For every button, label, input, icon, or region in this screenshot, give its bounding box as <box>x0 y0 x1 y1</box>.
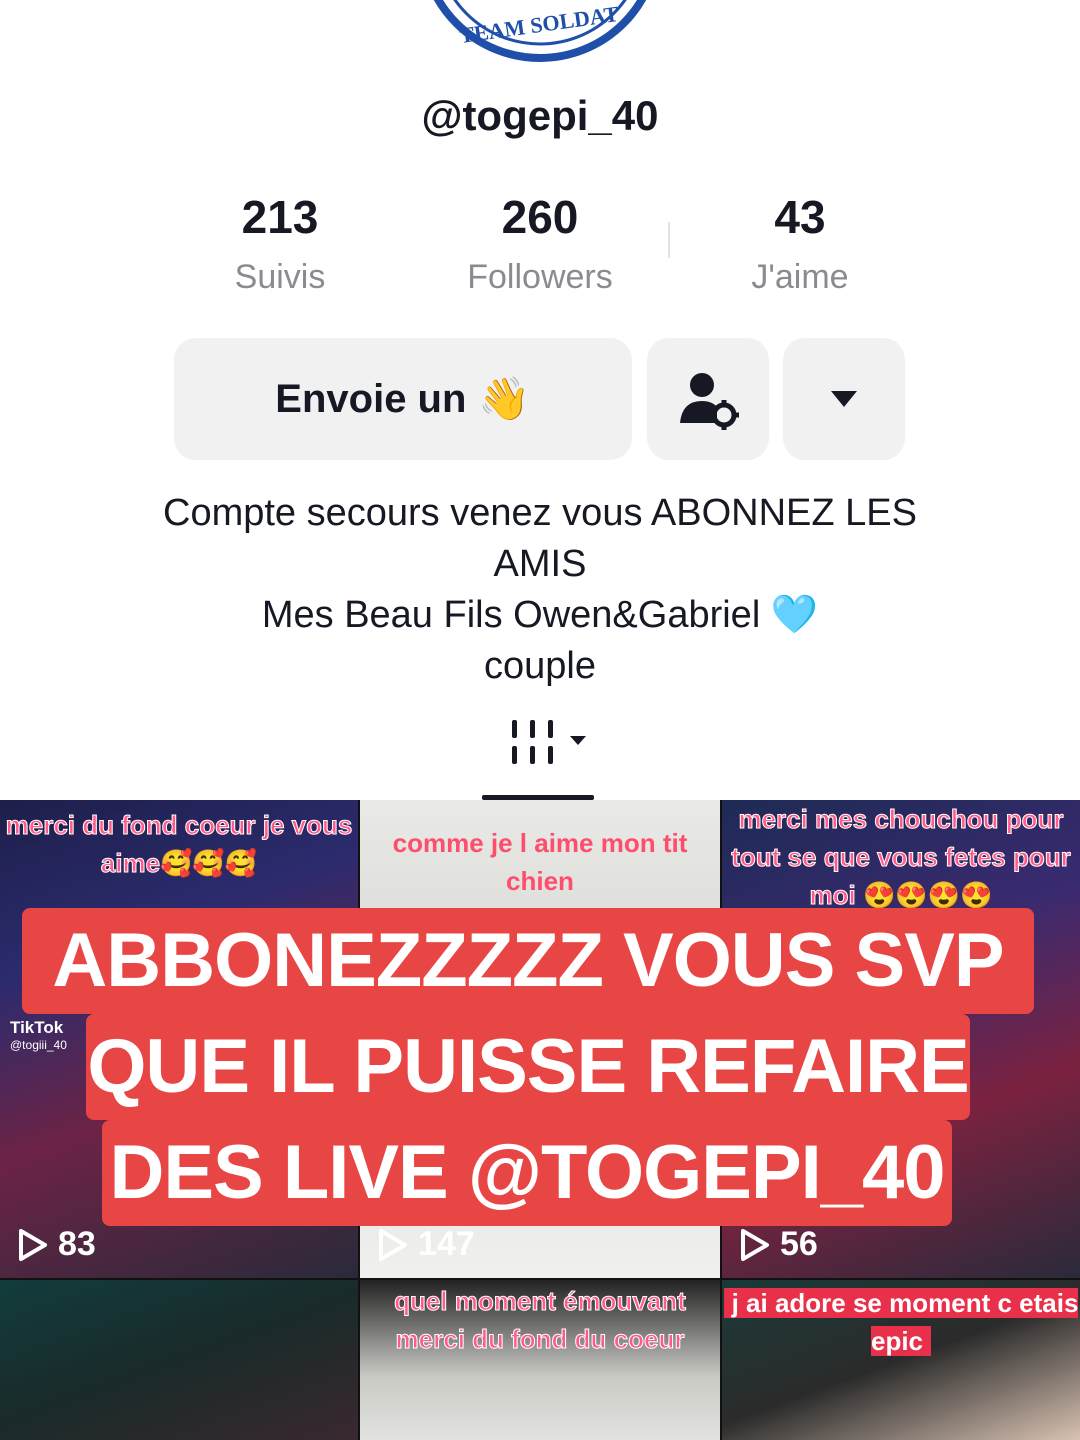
bio-line: Mes Beau Fils Owen&Gabriel 🩵 <box>110 590 970 641</box>
more-options-button[interactable] <box>783 338 905 460</box>
profile-avatar[interactable]: TEAM SOLDAT <box>420 0 660 68</box>
profile-stats: 213 Suivis 260 Followers 43 J'aime <box>150 190 930 310</box>
bio-line: AMIS <box>493 543 587 585</box>
video-caption: comme je l aime mon tit chien <box>392 828 688 896</box>
followers-count: 260 <box>501 191 579 243</box>
view-count: 56 <box>740 1225 818 1264</box>
video-caption: merci mes chouchou pour tout se que vous… <box>731 804 1072 911</box>
video-thumbnail[interactable]: quel moment émouvant merci du fond du co… <box>360 1280 720 1440</box>
video-thumbnail[interactable] <box>0 1280 358 1440</box>
friend-settings-button[interactable] <box>647 338 769 460</box>
stat-likes[interactable]: 43 J'aime <box>670 190 930 297</box>
send-wave-button[interactable]: Envoie un 👋 <box>174 338 632 460</box>
play-icon <box>19 1228 47 1261</box>
banner-line: DES LIVE @TOGEPI_40 <box>102 1120 952 1226</box>
person-gear-icon <box>680 373 739 430</box>
stat-followers[interactable]: 260 Followers <box>410 190 670 297</box>
watermark-app: TikTok <box>10 1018 64 1037</box>
stat-following[interactable]: 213 Suivis <box>150 190 410 297</box>
video-thumbnail[interactable]: j ai adore se moment c etais epic <box>722 1280 1080 1440</box>
video-caption-text: j ai adore se moment c etais epic <box>723 1288 1079 1356</box>
banner-line: ABBONEZZZZZ VOUS SVP <box>22 908 1034 1014</box>
play-icon <box>379 1228 407 1261</box>
following-count: 213 <box>241 191 319 243</box>
tab-videos-grid[interactable] <box>500 712 600 782</box>
tiktok-watermark: TikTok @togiii_40 <box>10 1018 67 1052</box>
view-count-value: 56 <box>780 1225 818 1263</box>
bio-line: Compte secours venez vous ABONNEZ LES <box>163 492 917 534</box>
view-count: 147 <box>378 1225 475 1264</box>
bio-line: couple <box>484 645 596 687</box>
followers-label: Followers <box>467 258 613 296</box>
profile-bio: Compte secours venez vous ABONNEZ LES AM… <box>110 488 970 692</box>
grid-icon <box>512 720 586 764</box>
bio-line-text: Mes Beau Fils Owen&Gabriel <box>261 594 761 636</box>
username: @togepi_40 <box>421 92 659 139</box>
likes-label: J'aime <box>751 258 849 296</box>
play-icon <box>741 1228 769 1261</box>
following-label: Suivis <box>234 258 326 296</box>
heart-icon: 🩵 <box>770 594 819 636</box>
video-caption: merci du fond coeur je vous aime🥰🥰🥰 <box>5 810 353 879</box>
team-soldat-logo: TEAM SOLDAT <box>433 0 647 62</box>
video-caption: j ai adore se moment c etais epic <box>722 1284 1080 1360</box>
likes-count: 43 <box>774 191 826 243</box>
banner-line: QUE IL PUISSE REFAIRE <box>86 1014 970 1120</box>
video-caption: quel moment émouvant merci du fond du co… <box>394 1286 687 1355</box>
view-count-value: 83 <box>58 1225 96 1263</box>
view-count-value: 147 <box>418 1225 475 1263</box>
wave-icon: 👋 <box>478 374 531 422</box>
view-count: 83 <box>18 1225 96 1264</box>
watermark-user: @togiii_40 <box>10 1038 67 1052</box>
send-wave-label: Envoie un <box>275 376 467 421</box>
caret-down-icon <box>831 391 857 407</box>
